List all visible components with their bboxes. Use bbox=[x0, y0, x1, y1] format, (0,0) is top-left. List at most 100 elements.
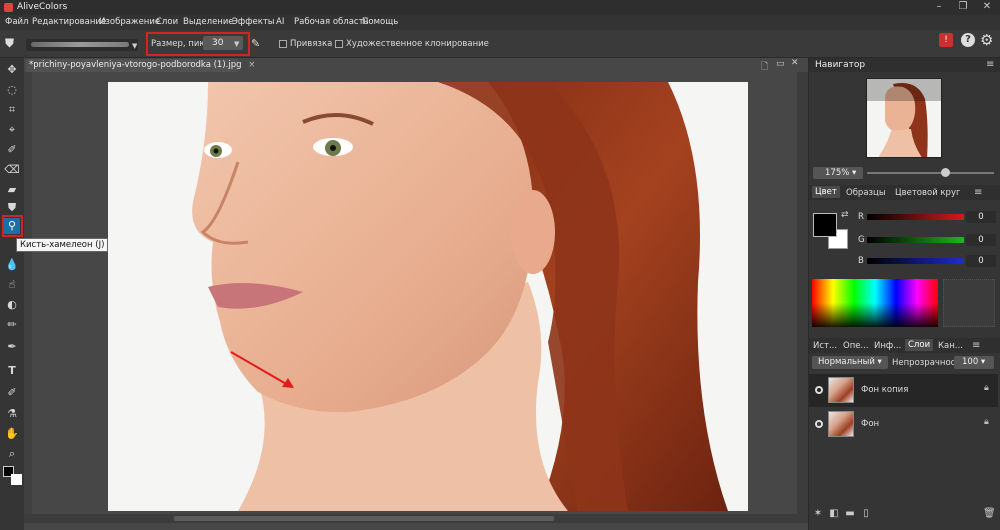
navigator-thumbnail[interactable] bbox=[866, 78, 942, 158]
brush-tool-icon[interactable]: ✐ bbox=[4, 142, 20, 158]
crop-alt-icon[interactable]: ⌖ bbox=[4, 122, 20, 138]
lock-icon[interactable]: 🔒︎ bbox=[984, 417, 989, 427]
menu-workspace[interactable]: Рабочая область bbox=[294, 17, 369, 27]
doc-info-icon[interactable]: 🗋 bbox=[761, 59, 768, 75]
menu-selection[interactable]: Выделение bbox=[183, 17, 234, 27]
tab-close-icon[interactable]: × bbox=[248, 60, 255, 70]
smudge-tool-icon[interactable]: ☝ bbox=[4, 277, 20, 293]
menu-help[interactable]: Помощь bbox=[362, 17, 398, 27]
pencil-tool-icon[interactable]: ✏ bbox=[4, 317, 20, 333]
layer-name: Фон bbox=[861, 419, 880, 429]
shape-tool-icon[interactable]: ✐ bbox=[4, 385, 20, 401]
chevron-down-icon[interactable]: ▼ bbox=[132, 42, 137, 50]
minimize-icon[interactable]: – bbox=[928, 0, 950, 15]
hand-tool-icon[interactable]: ✋ bbox=[4, 426, 20, 442]
channel-g-value[interactable]: 0 bbox=[966, 234, 996, 246]
menu-file[interactable]: Файл bbox=[5, 17, 28, 27]
channel-g-label: G bbox=[858, 235, 865, 245]
vertical-scrollbar[interactable] bbox=[797, 72, 808, 514]
size-dropdown-icon[interactable]: ▼ bbox=[234, 40, 239, 48]
app-logo bbox=[4, 3, 13, 12]
color-spectrum[interactable] bbox=[812, 279, 938, 327]
dodge-tool-icon[interactable]: ◐ bbox=[4, 297, 20, 313]
menu-layers[interactable]: Слои bbox=[156, 17, 178, 27]
background-color-swatch[interactable] bbox=[11, 474, 22, 485]
help-icon[interactable]: ? bbox=[961, 33, 975, 47]
swap-colors-icon[interactable]: ⇄ bbox=[841, 210, 849, 220]
move-tool-icon[interactable]: ✥ bbox=[4, 62, 20, 78]
tab-operations[interactable]: Опе... bbox=[843, 341, 869, 351]
alert-icon[interactable]: ! bbox=[939, 33, 953, 47]
text-tool-icon[interactable]: T bbox=[4, 363, 20, 379]
new-layer-icon[interactable]: ▯ bbox=[860, 508, 872, 520]
menu-ai[interactable]: AI bbox=[276, 17, 284, 27]
tab-color-wheel[interactable]: Цветовой круг bbox=[895, 188, 960, 198]
blend-mode-dropdown[interactable]: Нормальный ▾ bbox=[812, 356, 888, 369]
channel-r-value[interactable]: 0 bbox=[966, 211, 996, 223]
mask-icon[interactable]: ◧ bbox=[828, 508, 840, 520]
art-clone-checkbox[interactable] bbox=[335, 40, 343, 48]
blur-tool-icon[interactable]: 💧 bbox=[4, 257, 20, 273]
tab-info[interactable]: Инф... bbox=[874, 341, 901, 351]
color-panel-menu-icon[interactable]: ≡ bbox=[974, 187, 982, 198]
maximize-icon[interactable]: ❐ bbox=[952, 0, 974, 15]
navigator-title: Навигатор bbox=[815, 60, 866, 70]
layer-row[interactable]: Фон 🔒︎ bbox=[809, 408, 998, 441]
eraser-tool-icon[interactable]: ⌫ bbox=[4, 162, 20, 178]
doc-maximize-icon[interactable]: ▭ bbox=[776, 59, 785, 69]
zoom-tool-icon[interactable]: ⌕ bbox=[4, 446, 20, 462]
snap-checkbox[interactable] bbox=[279, 40, 287, 48]
lock-icon[interactable]: 🔒︎ bbox=[984, 383, 989, 393]
pen-tool-icon[interactable]: ✒ bbox=[4, 339, 20, 355]
channel-b-slider[interactable] bbox=[867, 258, 964, 264]
menu-edit[interactable]: Редактирование bbox=[32, 17, 106, 27]
visibility-eye-icon[interactable] bbox=[815, 420, 823, 428]
size-value: 30 bbox=[212, 38, 224, 48]
chameleon-brush-icon[interactable]: ⚲ bbox=[4, 218, 20, 234]
menu-effects[interactable]: Эффекты bbox=[232, 17, 275, 27]
tab-swatches[interactable]: Образцы bbox=[846, 188, 886, 198]
channel-r-slider[interactable] bbox=[867, 214, 964, 220]
stamp-tool-icon-2[interactable]: ⛊ bbox=[4, 200, 20, 216]
lasso-tool-icon[interactable]: ◌ bbox=[4, 82, 20, 98]
ruler-tool-icon[interactable]: ▰ bbox=[4, 182, 20, 198]
tab-layers[interactable]: Слои bbox=[905, 339, 934, 351]
tab-history[interactable]: Ист... bbox=[813, 341, 837, 351]
doc-close-icon[interactable]: ✕ bbox=[791, 58, 799, 68]
stamp-tool-icon: ⛊ bbox=[5, 36, 15, 50]
zoom-dropdown[interactable]: 175% ▾ bbox=[813, 167, 863, 179]
trash-icon[interactable]: 🗑︎ bbox=[983, 508, 996, 520]
pressure-pen-icon[interactable]: ✎ bbox=[251, 37, 260, 50]
navigator-menu-icon[interactable]: ≡ bbox=[986, 59, 994, 70]
menu-image[interactable]: Изображение bbox=[99, 17, 160, 27]
menu-bar: Файл Редактирование Изображение Слои Выд… bbox=[0, 15, 1000, 30]
canvas-image[interactable] bbox=[108, 82, 748, 511]
folder-icon[interactable]: ▬ bbox=[844, 508, 856, 520]
foreground-color-box[interactable] bbox=[813, 213, 837, 237]
size-label: Размер, пикс bbox=[151, 39, 210, 49]
channel-b-value[interactable]: 0 bbox=[966, 255, 996, 267]
layer-row[interactable]: Фон копия 🔒︎ bbox=[809, 374, 998, 407]
layers-panel-menu-icon[interactable]: ≡ bbox=[972, 340, 980, 351]
blend-mode-value: Нормальный bbox=[818, 357, 875, 367]
opacity-input[interactable]: 100 ▾ bbox=[954, 356, 994, 369]
horizontal-scroll-thumb[interactable] bbox=[174, 516, 554, 521]
zoom-slider-thumb[interactable] bbox=[941, 168, 950, 177]
zoom-slider-track[interactable] bbox=[867, 172, 994, 174]
eyedropper-tool-icon[interactable]: ⚗ bbox=[4, 406, 20, 422]
recent-colors-grid[interactable] bbox=[943, 279, 995, 327]
visibility-eye-icon[interactable] bbox=[815, 386, 823, 394]
document-tab-title: *prichiny-poyavleniya-vtorogo-podborodka… bbox=[29, 60, 242, 70]
crop-tool-icon[interactable]: ⌗ bbox=[4, 102, 20, 118]
horizontal-scrollbar[interactable] bbox=[24, 514, 808, 523]
effects-icon[interactable]: ✶ bbox=[812, 508, 824, 520]
close-icon[interactable]: ✕ bbox=[976, 0, 998, 15]
tab-color[interactable]: Цвет bbox=[812, 186, 840, 198]
ruler-left bbox=[24, 72, 32, 514]
channel-g-slider[interactable] bbox=[867, 237, 964, 243]
document-tab[interactable]: *prichiny-poyavleniya-vtorogo-podborodka… bbox=[26, 59, 255, 72]
portrait-photo bbox=[108, 82, 748, 511]
tab-channels[interactable]: Кан... bbox=[938, 341, 963, 351]
zoom-value: 175% bbox=[825, 168, 850, 178]
gear-icon[interactable]: ⚙ bbox=[980, 31, 993, 49]
